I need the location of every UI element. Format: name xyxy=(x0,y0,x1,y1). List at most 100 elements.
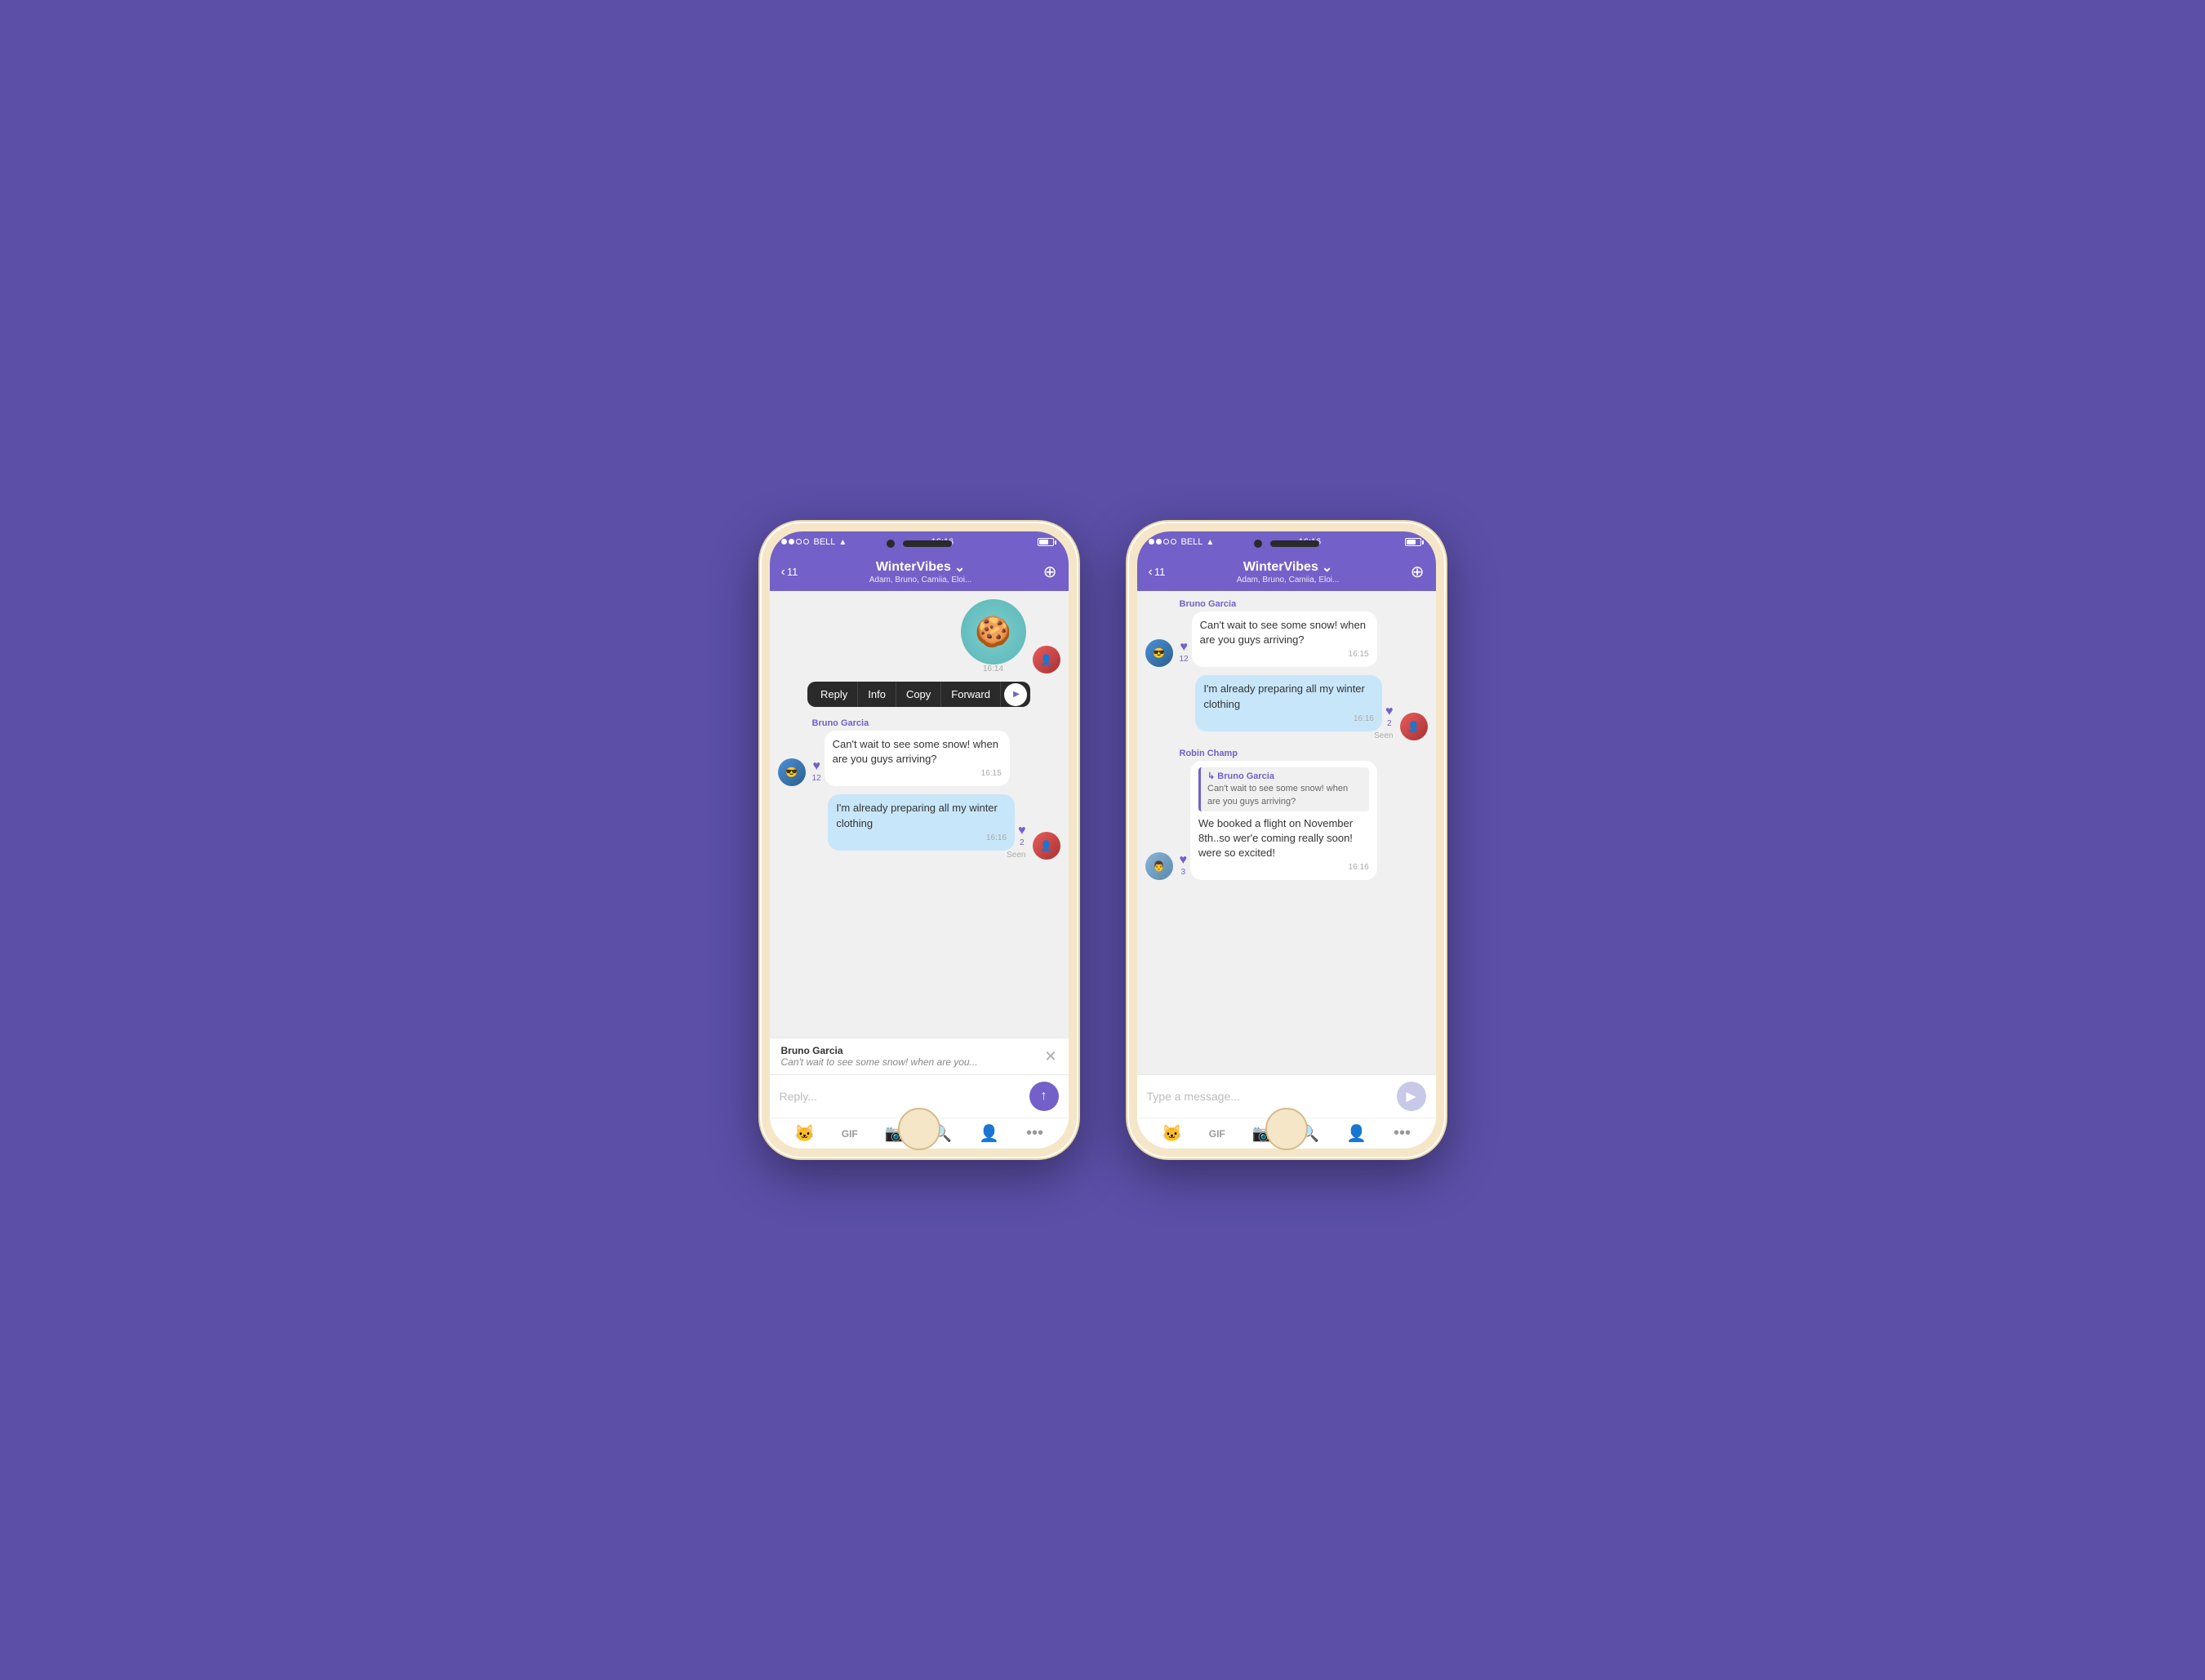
info-btn[interactable]: Info xyxy=(858,682,896,707)
camera-2 xyxy=(1254,540,1262,548)
header-subtitle-2: Adam, Bruno, Camiia, Eloi... xyxy=(1171,576,1403,584)
header-subtitle-1: Adam, Bruno, Camiia, Eloi... xyxy=(804,576,1036,584)
message-input-1[interactable] xyxy=(780,1090,1023,1103)
reply-preview-name-1: Bruno Garcia xyxy=(781,1045,978,1056)
heart-icon-robin: ♥ xyxy=(1180,853,1188,868)
reaction-count-robin: 3 xyxy=(1180,868,1185,877)
send-btn-1[interactable]: ↑ xyxy=(1029,1082,1059,1111)
signal-dots xyxy=(781,537,811,547)
carrier-2: BELL xyxy=(1181,537,1203,547)
home-btn-2[interactable] xyxy=(1265,1108,1308,1150)
signal-dots-2 xyxy=(1149,537,1178,547)
speaker-2 xyxy=(1270,540,1319,547)
back-count-1: 11 xyxy=(787,566,798,578)
group-name-1[interactable]: WinterVibes ⌄ xyxy=(804,559,1036,576)
wifi-icon-1: ▲ xyxy=(838,538,847,547)
copy-btn[interactable]: Copy xyxy=(896,682,941,707)
avatar-bruno-2: 😎 xyxy=(1145,639,1173,667)
carrier-1: BELL xyxy=(814,537,836,547)
context-menu-row: Reply Info Copy Forward xyxy=(778,682,1060,710)
reaction-1[interactable]: ♥ 12 xyxy=(812,759,821,783)
message-input-2[interactable] xyxy=(1147,1090,1390,1103)
reply-preview-text-1: Can't wait to see some snow! when are yo… xyxy=(781,1056,978,1068)
reply-close-btn-1[interactable]: ✕ xyxy=(1044,1048,1056,1065)
more-btn-1[interactable]: ••• xyxy=(1026,1124,1043,1143)
speaker xyxy=(903,540,952,547)
msg-reaction-wrap-out-1: I'm already preparing all my winter clot… xyxy=(828,794,1025,850)
msg-row-bruno-2: 😎 Bruno Garcia ♥ 12 Can't wait to see so… xyxy=(1145,599,1428,667)
reply-btn[interactable]: Reply xyxy=(811,682,858,707)
contact-btn-1[interactable]: 👤 xyxy=(979,1123,999,1144)
emoji-btn-2[interactable]: 🐱 xyxy=(1162,1123,1182,1144)
gif-btn-2[interactable]: GIF xyxy=(1209,1128,1225,1140)
avatar-user-2: 👤 xyxy=(1400,713,1428,740)
reaction-robin[interactable]: ♥ 3 xyxy=(1180,853,1188,877)
back-chevron-1: ‹ xyxy=(781,565,785,580)
dropdown-icon-1: ⌄ xyxy=(954,559,965,576)
battery-2 xyxy=(1405,538,1424,546)
camera xyxy=(887,540,895,548)
dropdown-icon-2: ⌄ xyxy=(1322,559,1332,576)
msg-row-outgoing-2: 👤 I'm already preparing all my winter cl… xyxy=(1145,675,1428,740)
reaction-out-2[interactable]: ♥ 2 xyxy=(1385,704,1394,728)
bubble-out-1[interactable]: I'm already preparing all my winter clot… xyxy=(828,794,1015,850)
reaction-count-1: 12 xyxy=(812,774,821,783)
bubble-out-2[interactable]: I'm already preparing all my winter clot… xyxy=(1195,675,1382,731)
avatar-sticker: 👤 xyxy=(1033,646,1060,673)
heart-icon-1: ♥ xyxy=(812,759,820,774)
bubble-bruno-1[interactable]: Can't wait to see some snow! when are yo… xyxy=(825,731,1010,786)
avatar-bruno-1: 😎 xyxy=(778,758,806,786)
scene: BELL ▲ 16:16 ‹ 11 xyxy=(727,489,1478,1191)
home-btn-1[interactable] xyxy=(898,1108,940,1150)
bubble-time-2: 16:15 xyxy=(1200,649,1369,660)
heart-icon-out-1: ♥ xyxy=(1018,824,1026,838)
bubble-time-out-1: 16:16 xyxy=(836,833,1007,844)
sticker-row: 🍪 16:14 👤 xyxy=(778,599,1060,673)
msg-reaction-wrap-2: ♥ 12 Can't wait to see some snow! when a… xyxy=(1180,611,1377,667)
sender-name-2: Bruno Garcia xyxy=(1180,599,1377,609)
add-contact-btn-1[interactable]: ⊕ xyxy=(1043,562,1057,582)
sender-name-robin: Robin Champ xyxy=(1180,749,1377,758)
quoted-name: ↳ Bruno Garcia xyxy=(1207,771,1363,783)
send-btn-2[interactable]: ▶ xyxy=(1397,1082,1426,1111)
sticker-time: 16:14 xyxy=(983,664,1003,673)
reply-preview-content-1: Bruno Garcia Can't wait to see some snow… xyxy=(781,1045,978,1068)
chat-area-2: 😎 Bruno Garcia ♥ 12 Can't wait to see so… xyxy=(1137,591,1436,1074)
back-btn-2[interactable]: ‹ 11 xyxy=(1149,565,1166,580)
msg-row-bruno-1: 😎 Bruno Garcia ♥ 12 Can't wait to see so… xyxy=(778,718,1060,786)
header-title-area-2: WinterVibes ⌄ Adam, Bruno, Camiia, Eloi.… xyxy=(1171,559,1403,584)
sticker: 🍪 xyxy=(961,599,1026,664)
msg-row-outgoing-1: 👤 I'm already preparing all my winter cl… xyxy=(778,794,1060,859)
bubble-robin[interactable]: ↳ Bruno Garcia Can't wait to see some sn… xyxy=(1190,761,1377,881)
forward-btn[interactable]: Forward xyxy=(941,682,1001,707)
gif-btn-1[interactable]: GIF xyxy=(842,1128,858,1140)
bubble-wrap-out-1: I'm already preparing all my winter clot… xyxy=(828,794,1025,859)
more-btn-2[interactable]: ••• xyxy=(1394,1124,1411,1143)
wifi-icon-2: ▲ xyxy=(1206,538,1214,547)
phone-1: BELL ▲ 16:16 ‹ 11 xyxy=(760,522,1078,1158)
app-header-1: ‹ 11 WinterVibes ⌄ Adam, Bruno, Camiia, … xyxy=(770,553,1069,591)
sender-name-1: Bruno Garcia xyxy=(812,718,1010,728)
bubble-time-1: 16:15 xyxy=(833,768,1002,780)
bubble-time-robin: 16:16 xyxy=(1198,862,1369,873)
add-contact-btn-2[interactable]: ⊕ xyxy=(1411,562,1425,582)
back-btn-1[interactable]: ‹ 11 xyxy=(781,565,798,580)
bubble-wrap-bruno-1: Bruno Garcia ♥ 12 Can't wait to see some… xyxy=(812,718,1010,786)
play-btn[interactable] xyxy=(1004,683,1027,706)
heart-icon-2: ♥ xyxy=(1180,640,1188,655)
seen-text-2: Seen xyxy=(1195,731,1393,740)
quoted-text: Can't wait to see some snow! when are yo… xyxy=(1207,783,1363,808)
back-chevron-2: ‹ xyxy=(1149,565,1153,580)
quoted-reply: ↳ Bruno Garcia Can't wait to see some sn… xyxy=(1198,767,1369,811)
reaction-out-1[interactable]: ♥ 2 xyxy=(1018,824,1026,847)
bubble-wrap-robin: Robin Champ ♥ 3 ↳ Bruno Garcia Can't wai… xyxy=(1180,749,1377,881)
avatar-robin: 👨 xyxy=(1145,852,1173,880)
reaction-2[interactable]: ♥ 12 xyxy=(1180,640,1189,664)
contact-btn-2[interactable]: 👤 xyxy=(1346,1123,1367,1144)
group-name-2[interactable]: WinterVibes ⌄ xyxy=(1171,559,1403,576)
emoji-btn-1[interactable]: 🐱 xyxy=(794,1123,815,1144)
phone-2: BELL ▲ 16:16 ‹ 11 xyxy=(1127,522,1446,1158)
context-menu: Reply Info Copy Forward xyxy=(807,682,1030,707)
bubble-time-out-2: 16:16 xyxy=(1203,713,1374,725)
bubble-bruno-2[interactable]: Can't wait to see some snow! when are yo… xyxy=(1192,611,1377,667)
